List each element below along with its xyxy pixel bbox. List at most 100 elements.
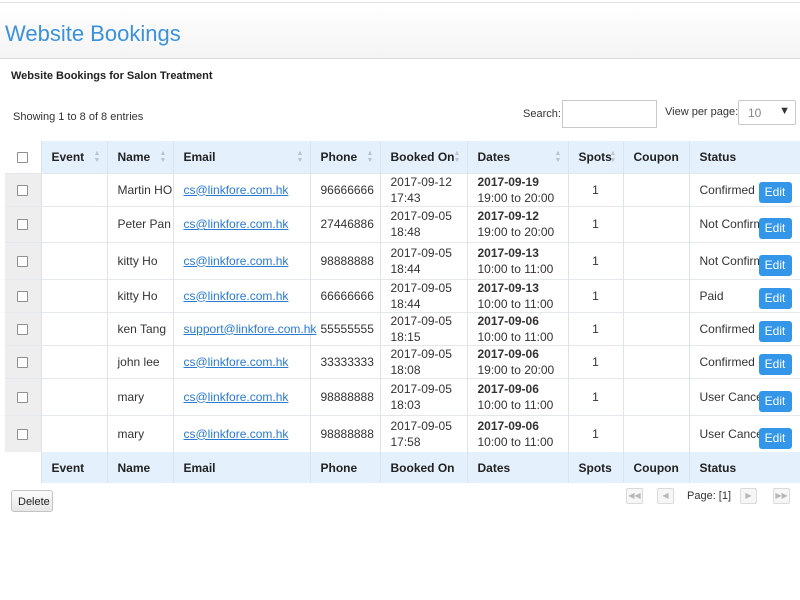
table-row: kitty Ho cs@linkfore.com.hk 98888888 201…	[5, 242, 800, 279]
search-input[interactable]	[562, 100, 657, 128]
sort-icon: ▲ ▼	[296, 150, 304, 164]
booking-time: 10:00 to 11:00	[477, 329, 554, 344]
email-cell: support@linkfore.com.hk	[173, 312, 316, 345]
email-link[interactable]: cs@linkfore.com.hk	[184, 355, 289, 369]
booking-date: 2017-09-13	[477, 245, 539, 260]
phone-cell: 98888888	[310, 242, 381, 279]
phone-cell: 66666666	[310, 279, 381, 312]
edit-button[interactable]: Edit	[758, 320, 792, 342]
name-cell: kitty Ho	[107, 279, 174, 312]
row-checkbox[interactable]	[17, 391, 29, 403]
edit-button[interactable]: Edit	[758, 287, 792, 309]
chevron-down-icon: ▼	[779, 105, 790, 117]
status-cell: Confirmed Edit	[689, 345, 800, 378]
dates-cell: 2017-09-06 10:00 to 11:00	[467, 312, 569, 345]
footer-header-booked-on: Booked On	[380, 452, 468, 483]
phone-cell: 33333333	[310, 345, 381, 378]
status-cell: Confirmed Edit	[689, 312, 800, 345]
spots-cell: 1	[568, 345, 624, 378]
booking-time: 10:00 to 11:00	[477, 397, 554, 412]
edit-button[interactable]: Edit	[758, 353, 792, 375]
spots-cell: 1	[568, 312, 624, 345]
column-header-booked-on[interactable]: Booked On ▲ ▼	[380, 141, 468, 173]
column-label: Spots	[578, 149, 612, 164]
column-label: Dates	[477, 149, 511, 164]
sort-icon: ▲ ▼	[366, 150, 374, 164]
previous-page-icon[interactable]: ◀	[657, 488, 674, 504]
edit-button[interactable]: Edit	[758, 181, 792, 203]
booking-date: 2017-09-06	[477, 418, 539, 433]
row-select-cell	[5, 206, 42, 242]
email-link[interactable]: cs@linkfore.com.hk	[184, 217, 289, 231]
sort-icon: ▲ ▼	[609, 150, 617, 164]
column-header-name[interactable]: Name ▲ ▼	[107, 141, 174, 173]
email-link[interactable]: cs@linkfore.com.hk	[184, 427, 289, 441]
event-cell	[41, 242, 108, 279]
row-checkbox[interactable]	[17, 429, 29, 441]
phone-cell: 27446886	[310, 206, 381, 242]
column-header-coupon: Coupon	[623, 141, 690, 173]
row-checkbox[interactable]	[17, 219, 29, 231]
row-select-cell	[5, 415, 42, 452]
email-link[interactable]: cs@linkfore.com.hk	[184, 254, 289, 268]
dates-cell: 2017-09-06 10:00 to 11:00	[467, 378, 569, 415]
row-checkbox[interactable]	[17, 184, 29, 196]
event-cell	[41, 415, 108, 452]
name-cell: Martin HO	[107, 173, 174, 206]
row-checkbox[interactable]	[17, 323, 29, 335]
email-link[interactable]: cs@linkfore.com.hk	[184, 390, 289, 404]
spots-cell: 1	[568, 206, 624, 242]
edit-button[interactable]: Edit	[758, 254, 792, 276]
table-row: ken Tang support@linkfore.com.hk 5555555…	[5, 312, 800, 345]
column-header-email[interactable]: Email ▲ ▼	[173, 141, 311, 173]
row-checkbox[interactable]	[17, 356, 29, 368]
row-select-cell	[5, 242, 42, 279]
dates-cell: 2017-09-12 19:00 to 20:00	[467, 206, 569, 242]
booking-time: 10:00 to 11:00	[477, 261, 554, 276]
table-row: mary cs@linkfore.com.hk 98888888 2017-09…	[5, 415, 800, 452]
column-header-phone[interactable]: Phone ▲ ▼	[310, 141, 381, 173]
booked-on-cell: 2017-09-05 18:44	[380, 242, 468, 279]
email-link[interactable]: cs@linkfore.com.hk	[184, 289, 289, 303]
column-header-event[interactable]: Event ▲ ▼	[41, 141, 108, 173]
booked-on-cell: 2017-09-05 18:03	[380, 378, 468, 415]
column-header-spots[interactable]: Spots ▲ ▼	[568, 141, 624, 173]
status-cell: Confirmed Edit	[689, 173, 800, 206]
column-header-status: Status	[689, 141, 800, 173]
next-page-icon[interactable]: ▶	[740, 488, 757, 504]
view-per-page-select[interactable]: 10 ▼	[738, 100, 796, 125]
coupon-cell	[623, 173, 690, 206]
status-cell: User Cancelled Edit	[689, 415, 800, 452]
name-cell: john lee	[107, 345, 174, 378]
select-all-cell	[5, 141, 42, 173]
column-label: Event	[51, 149, 85, 164]
first-page-icon[interactable]: ◀◀	[626, 488, 643, 504]
row-checkbox[interactable]	[17, 255, 29, 267]
sort-icon: ▲ ▼	[453, 150, 461, 164]
edit-button[interactable]: Edit	[758, 390, 792, 412]
name-cell: kitty Ho	[107, 242, 174, 279]
row-checkbox[interactable]	[17, 290, 29, 302]
booking-date: 2017-09-13	[477, 280, 539, 295]
search-label: Search:	[523, 108, 561, 120]
last-page-icon[interactable]: ▶▶	[773, 488, 790, 504]
booking-date: 2017-09-12	[477, 209, 539, 223]
row-select-cell	[5, 173, 42, 206]
column-header-dates[interactable]: Dates ▲ ▼	[467, 141, 569, 173]
email-link[interactable]: support@linkfore.com.hk	[184, 322, 317, 336]
booking-time: 19:00 to 20:00	[477, 362, 555, 377]
email-cell: cs@linkfore.com.hk	[173, 279, 311, 312]
page-title: Website Bookings	[5, 21, 181, 46]
select-all-checkbox[interactable]	[17, 152, 29, 164]
footer-header-phone: Phone	[310, 452, 381, 483]
column-label: Name	[117, 149, 151, 164]
delete-button[interactable]: Delete	[11, 490, 53, 512]
booking-date: 2017-09-06	[477, 313, 539, 328]
email-link[interactable]: cs@linkfore.com.hk	[184, 183, 289, 197]
page-indicator: Page: [1]	[687, 490, 732, 502]
edit-button[interactable]: Edit	[758, 428, 792, 449]
booking-date: 2017-09-19	[477, 174, 539, 189]
column-label: Email	[183, 149, 216, 164]
column-label: Coupon	[633, 149, 679, 164]
edit-button[interactable]: Edit	[758, 217, 792, 239]
